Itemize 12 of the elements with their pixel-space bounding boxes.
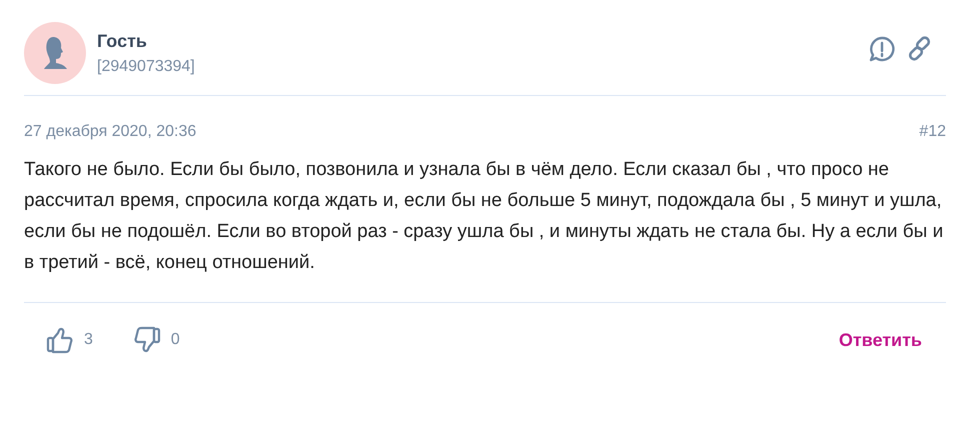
like-count: 3 (84, 331, 93, 349)
dislike-count: 0 (170, 331, 180, 349)
author-id: [2949073394] (97, 58, 196, 76)
thumbs-up-icon[interactable] (46, 326, 74, 354)
avatar-silhouette-icon (24, 22, 86, 84)
reply-link[interactable]: Ответить (838, 330, 922, 350)
thumbs-down-icon[interactable] (132, 326, 161, 354)
comment-date: 27 декабря 2020, 20:36 (24, 123, 196, 141)
author-name: Гость (97, 30, 148, 52)
report-icon[interactable] (868, 35, 896, 63)
comment-text: Такого не было. Если бы было, позвонила и узнала бы в чём дело. Если сказал бы , что просо не рассчитал время, спросила когда ждать и, если бы не больше 5 минут, подождала бы , 5 минут и ушла, если бы не подошёл. Если во второй раз - сразу ушла бы , и минуты ждать не стала бы. Ну а если бы и в третий - всё, конец отношений. (24, 154, 946, 303)
comment-number[interactable]: #12 (919, 123, 946, 141)
